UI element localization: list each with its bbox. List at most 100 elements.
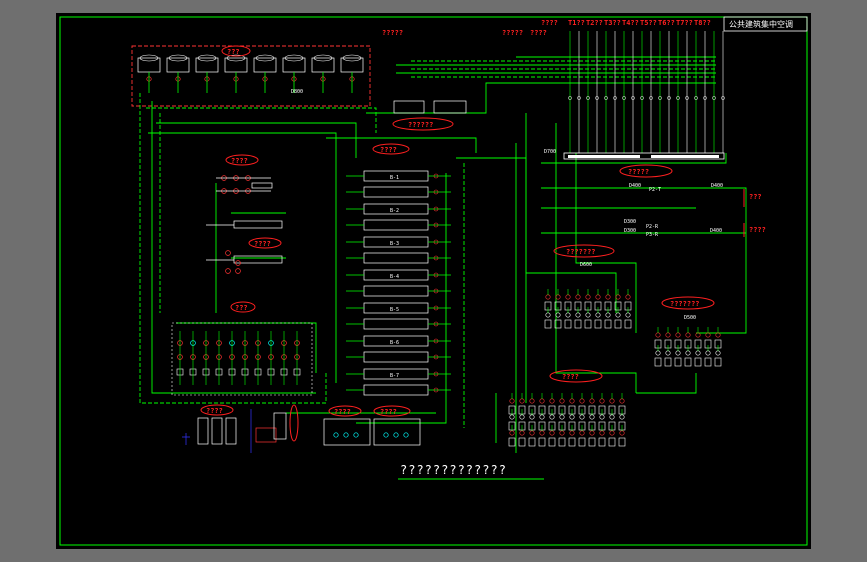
ahu2-valve-1-0 xyxy=(655,350,661,356)
fcu-valve-1-0 xyxy=(509,414,515,420)
fcu-valve-2-2 xyxy=(529,430,535,436)
fcu-valve-1-4 xyxy=(549,414,555,420)
chiller-label-B-6: B-6 xyxy=(390,340,399,346)
ahu2-unit-1-5 xyxy=(704,357,712,367)
chiller-label-B-1: B-1 xyxy=(390,175,399,181)
loop-label-p2t: P2-T xyxy=(649,187,661,193)
fcu-unit-2-0 xyxy=(508,437,516,447)
callout-return-1 xyxy=(289,404,299,442)
drawing-sheet: 公共建筑集中空调 ???? T1?? T2?? T3?? T4?? T5?? T6?? T7… xyxy=(56,13,811,549)
loop-label-p2r: P2-R xyxy=(646,224,659,230)
fcu-valve-2-1 xyxy=(519,430,525,436)
ahu1-valve-0-7 xyxy=(615,294,621,300)
fcu-valve-1-6 xyxy=(569,414,575,420)
chiller-stack: B-1 B-2 B-3 B-4 B-5 B-6 B-7 xyxy=(346,170,451,396)
ahu2-valve-1-3 xyxy=(685,350,691,356)
callout-cooling-towers-text: ??? xyxy=(227,48,240,56)
ahu2-valve-0-3 xyxy=(685,332,691,338)
ahu2-unit-1-1 xyxy=(664,357,672,367)
chiller-B-7-section-2 xyxy=(363,384,429,396)
pipe-label-d500: D500 xyxy=(684,315,696,321)
fcu-valve-2-4 xyxy=(549,430,555,436)
fcu-valve-0-1 xyxy=(519,398,525,404)
callout-tank-2-text: ???? xyxy=(334,408,351,416)
fcu-unit-2-5 xyxy=(558,437,566,447)
fcu-valve-1-8 xyxy=(589,414,595,420)
callout-ahu-group-1-text: ??????? xyxy=(566,248,596,256)
drawing-caption: ????????????? xyxy=(400,463,507,477)
fcu-unit-2-10 xyxy=(608,437,616,447)
cooling-towers xyxy=(137,54,364,93)
ahu1-valve-1-0 xyxy=(545,312,551,318)
chiller-B-2-section-2 xyxy=(363,219,429,231)
ahu2-valve-0-4 xyxy=(695,332,701,338)
ahu1-valve-0-8 xyxy=(625,294,631,300)
fcu-valve-2-10 xyxy=(609,430,615,436)
fcu-unit-2-9 xyxy=(598,437,606,447)
callout-tank-1-text: ???? xyxy=(206,407,223,415)
ahu2-unit-1-3 xyxy=(684,357,692,367)
callout-pump-b-text: ???? xyxy=(254,240,271,248)
fcu-valve-1-2 xyxy=(529,414,535,420)
fcu-valve-2-11 xyxy=(619,430,625,436)
ahu1-valve-1-1 xyxy=(555,312,561,318)
ahu2-valve-1-1 xyxy=(665,350,671,356)
title-block-text: 公共建筑集中空调 xyxy=(729,19,793,29)
header-code-4: T4?? xyxy=(622,19,639,27)
ahu1-valve-1-8 xyxy=(625,312,631,318)
callout-pipe-top-mid2: ???? xyxy=(530,29,547,37)
ahu2-unit-1-4 xyxy=(694,357,702,367)
ahu1-valve-1-5 xyxy=(595,312,601,318)
callout-chillers-text: ???? xyxy=(380,146,397,154)
callout-pipe-top-left: ????? xyxy=(382,29,403,37)
pipe-label-d400-a: D400 xyxy=(629,183,641,189)
header-code-7: T7?? xyxy=(676,19,693,27)
header-codes: T1?? T2?? T3?? T4?? T5?? T6?? T7?? T8?? xyxy=(568,19,711,27)
callout-return-1-text: ??? xyxy=(749,193,762,201)
pipe-label-d300-b: D300 xyxy=(624,228,636,234)
pipe-label-d400-c: D400 xyxy=(710,228,722,234)
pipe-label-d700-top: D700 xyxy=(544,149,556,155)
fcu-valve-1-3 xyxy=(539,414,545,420)
ahu1-valve-1-2 xyxy=(565,312,571,318)
callout-pipe-top-mid: ????? xyxy=(502,29,523,37)
pipe-label-d400-b: D400 xyxy=(711,183,723,189)
fcu-valve-0-10 xyxy=(609,398,615,404)
pump-station-b xyxy=(225,250,241,274)
ahu2-valve-1-5 xyxy=(705,350,711,356)
ahu1-valve-1-4 xyxy=(585,312,591,318)
chiller-label-B-2: B-2 xyxy=(390,208,399,214)
storage-tanks xyxy=(182,409,287,453)
chiller-B-6-section-2 xyxy=(363,351,429,363)
pipe-label-d300-a: D300 xyxy=(624,219,636,225)
callout-return-2-text: ???? xyxy=(749,226,766,234)
ahu2-valve-1-2 xyxy=(675,350,681,356)
ahu2-valve-0-0 xyxy=(655,332,661,338)
fcu-valve-2-8 xyxy=(589,430,595,436)
fcu-valve-0-3 xyxy=(539,398,545,404)
ahu1-unit-1-5 xyxy=(594,319,602,329)
ahu1-valve-0-0 xyxy=(545,294,551,300)
callout-fcu-group-text: ???? xyxy=(562,373,579,381)
fcu-unit-2-3 xyxy=(538,437,546,447)
header-code-6: T6?? xyxy=(658,19,675,27)
distribution-manifold-inner-2 xyxy=(651,155,719,158)
ahu2-valve-0-2 xyxy=(675,332,681,338)
ahu1-valve-0-3 xyxy=(575,294,581,300)
ahu1-unit-1-8 xyxy=(624,319,632,329)
pump-station-a xyxy=(216,175,273,194)
fcu-unit-2-8 xyxy=(588,437,596,447)
fcu-valve-1-5 xyxy=(559,414,565,420)
ahu1-valve-0-4 xyxy=(585,294,591,300)
ahu1-valve-0-1 xyxy=(555,294,561,300)
fcu-unit-2-7 xyxy=(578,437,586,447)
fcu-valve-1-10 xyxy=(609,414,615,420)
callout-manifold-text: ?????? xyxy=(408,121,433,129)
pipe-network xyxy=(148,56,747,453)
ahu1-valve-0-6 xyxy=(605,294,611,300)
callout-pump-a-text: ???? xyxy=(231,157,248,165)
pump-group-bottom-left xyxy=(176,331,301,385)
fcu-valve-2-5 xyxy=(559,430,565,436)
fcu-valve-2-3 xyxy=(539,430,545,436)
ahu1-valve-0-2 xyxy=(565,294,571,300)
